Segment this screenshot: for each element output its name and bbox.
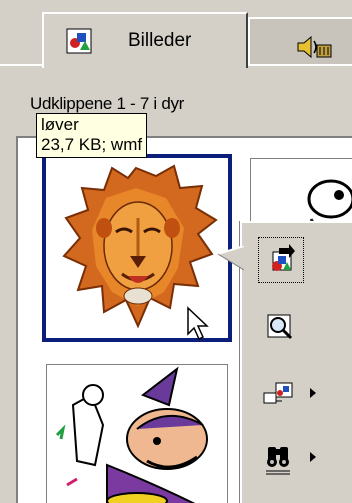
clip-gallery-window: Billeder Udklippene 1 - 7 i dyr løver 23… — [0, 0, 352, 503]
clip-tooltip: løver 23,7 KB; wmf — [36, 113, 148, 158]
clip-tooltip-name: løver — [41, 115, 79, 134]
insert-clip-icon — [272, 244, 295, 271]
tab-strip-edge — [0, 20, 42, 64]
find-similar-icon — [266, 447, 290, 475]
add-to-category-icon — [263, 382, 293, 404]
tab-sounds[interactable] — [248, 17, 352, 65]
submenu-arrow-icon — [310, 452, 316, 462]
add-to-category-button[interactable] — [258, 371, 316, 417]
tab-bar: Billeder — [0, 0, 352, 68]
preview-clip-button[interactable] — [258, 305, 304, 351]
sound-icon — [294, 33, 334, 61]
clip-thumbnail-wizard[interactable] — [46, 364, 228, 503]
pictures-icon — [66, 28, 92, 54]
mouse-cursor-icon — [187, 306, 209, 341]
wizard-clipart — [55, 366, 208, 503]
submenu-arrow-icon — [310, 388, 316, 398]
clip-range-caption: Udklippene 1 - 7 i dyr — [30, 94, 185, 113]
preview-clip-icon — [267, 314, 293, 340]
find-similar-button[interactable] — [258, 435, 316, 481]
insert-clip-button[interactable] — [258, 237, 304, 283]
tab-pictures[interactable]: Billeder — [42, 12, 248, 68]
clip-action-popup — [240, 221, 352, 503]
popup-pointer — [218, 246, 244, 270]
clip-tooltip-details: 23,7 KB; wmf — [41, 135, 143, 154]
tab-pictures-label: Billeder — [128, 30, 192, 51]
